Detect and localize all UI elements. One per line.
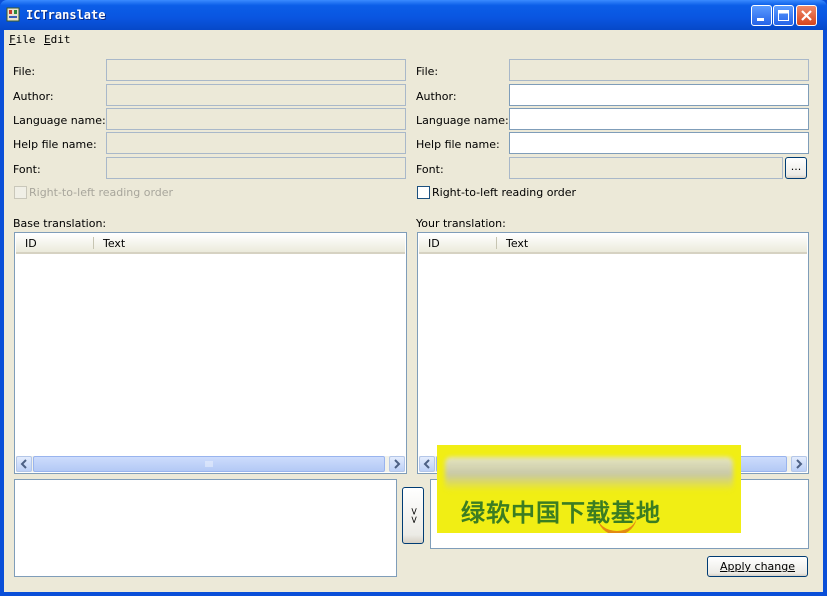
your-translation-list[interactable]: ID Text bbox=[417, 232, 809, 474]
chevron-left-icon bbox=[423, 459, 430, 469]
apply-change-button[interactable]: Apply change bbox=[707, 556, 808, 577]
left-helpfile-field bbox=[106, 132, 406, 154]
base-translation-label: Base translation: bbox=[13, 217, 107, 230]
copy-base-label: >> bbox=[407, 507, 419, 524]
title-bar[interactable]: ICTranslate bbox=[0, 0, 827, 30]
scroll-left-button[interactable] bbox=[16, 456, 32, 472]
chevron-right-icon bbox=[796, 459, 803, 469]
menu-bar: File Edit bbox=[4, 30, 823, 49]
left-author-field bbox=[106, 84, 406, 106]
left-language-label: Language name: bbox=[13, 114, 106, 127]
maximize-button[interactable] bbox=[773, 5, 794, 26]
left-file-field bbox=[106, 59, 406, 81]
column-text[interactable]: Text bbox=[506, 237, 528, 250]
client-area: File Edit File: Author: Language name: H… bbox=[4, 30, 823, 592]
column-separator[interactable] bbox=[496, 237, 497, 249]
menu-edit[interactable]: Edit bbox=[44, 33, 71, 46]
right-helpfile-label: Help file name: bbox=[416, 138, 500, 151]
right-author-label: Author: bbox=[416, 90, 457, 103]
right-language-input[interactable] bbox=[509, 108, 809, 130]
apply-change-label: Apply change bbox=[719, 560, 796, 573]
watermark-overlay: 绿软中国下载基地 bbox=[437, 445, 741, 533]
right-file-field bbox=[509, 59, 809, 81]
right-file-label: File: bbox=[416, 65, 439, 78]
left-rtl-label: Right-to-left reading order bbox=[29, 186, 174, 199]
base-translation-list[interactable]: ID Text bbox=[14, 232, 407, 474]
right-font-field bbox=[509, 157, 783, 179]
right-rtl-label[interactable]: Right-to-left reading order bbox=[432, 186, 576, 199]
maximize-icon bbox=[778, 10, 789, 21]
application-window: ICTranslate File Edit File: Author: Lang… bbox=[0, 0, 827, 596]
horizontal-scrollbar[interactable] bbox=[16, 456, 405, 472]
watermark-text: 绿软中国下载基地 bbox=[461, 499, 661, 527]
scroll-left-button[interactable] bbox=[419, 456, 435, 472]
scroll-thumb[interactable] bbox=[33, 456, 385, 472]
left-helpfile-label: Help file name: bbox=[13, 138, 97, 151]
chevron-left-icon bbox=[20, 459, 27, 469]
column-id[interactable]: ID bbox=[428, 237, 440, 250]
scroll-right-button[interactable] bbox=[791, 456, 807, 472]
right-helpfile-input[interactable] bbox=[509, 132, 809, 154]
right-author-input[interactable] bbox=[509, 84, 809, 106]
menu-file[interactable]: File bbox=[9, 33, 36, 46]
window-title: ICTranslate bbox=[26, 8, 106, 22]
close-icon bbox=[801, 10, 812, 21]
close-button[interactable] bbox=[796, 5, 817, 26]
minimize-button[interactable] bbox=[751, 5, 772, 26]
right-font-label: Font: bbox=[416, 163, 444, 176]
left-font-field bbox=[106, 157, 406, 179]
minimize-icon bbox=[757, 18, 764, 21]
watermark-band bbox=[445, 457, 733, 491]
font-browse-button[interactable]: ... bbox=[785, 157, 807, 179]
right-language-label: Language name: bbox=[416, 114, 509, 127]
base-text-memo[interactable] bbox=[14, 479, 397, 577]
right-rtl-checkbox[interactable] bbox=[417, 186, 430, 199]
left-language-field bbox=[106, 108, 406, 130]
column-text[interactable]: Text bbox=[103, 237, 125, 250]
left-author-label: Author: bbox=[13, 90, 54, 103]
left-rtl-checkbox bbox=[14, 186, 27, 199]
left-file-label: File: bbox=[13, 65, 36, 78]
scroll-right-button[interactable] bbox=[389, 456, 405, 472]
column-separator[interactable] bbox=[93, 237, 94, 249]
column-id[interactable]: ID bbox=[25, 237, 37, 250]
chevron-right-icon bbox=[394, 459, 401, 469]
your-translation-label: Your translation: bbox=[416, 217, 506, 230]
list-header: ID Text bbox=[419, 234, 807, 254]
left-font-label: Font: bbox=[13, 163, 41, 176]
grip-icon bbox=[205, 461, 213, 467]
list-header: ID Text bbox=[16, 234, 405, 254]
copy-base-button[interactable]: >> bbox=[402, 487, 424, 544]
app-icon bbox=[6, 7, 20, 22]
